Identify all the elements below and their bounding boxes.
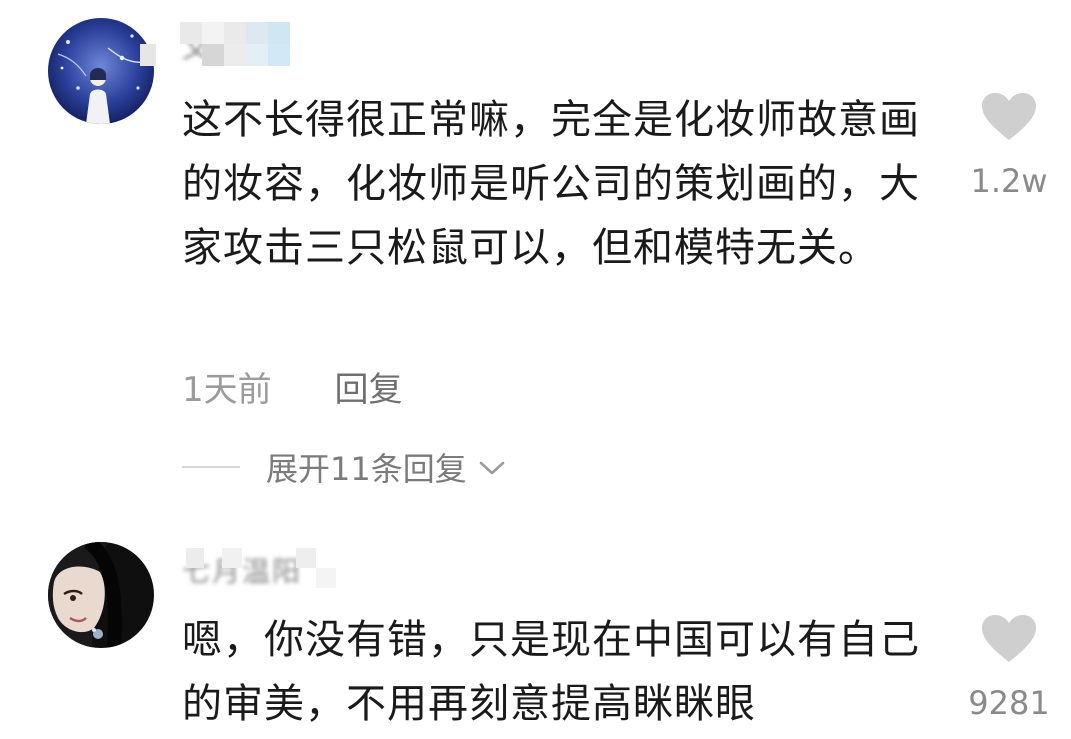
- divider: [182, 466, 240, 468]
- reply-button[interactable]: 回复: [334, 370, 402, 410]
- expand-replies-label: 展开11条回复: [266, 450, 467, 488]
- avatar[interactable]: [48, 18, 154, 124]
- comment-item: 七月温阳 嗯，你没有错，只是现在中国可以有自己的审美，不用再刻意提高眯眯眼 92…: [0, 520, 1071, 739]
- avatar[interactable]: [48, 542, 154, 648]
- heart-icon: [982, 615, 1036, 662]
- comment-text: 嗯，你没有错，只是现在中国可以有自己的审美，不用再刻意提高眯眯眼: [182, 617, 920, 727]
- like-count: 9281: [968, 684, 1050, 722]
- expand-replies-button[interactable]: 展开11条回复: [182, 444, 507, 490]
- like-button[interactable]: 1.2w: [967, 92, 1051, 200]
- like-count: 1.2w: [970, 162, 1048, 200]
- username-mosaic: [186, 548, 336, 588]
- username-mosaic: [140, 22, 310, 68]
- comment-time: 1天前: [182, 370, 272, 410]
- chevron-down-icon: [477, 448, 507, 486]
- comment-meta: 1天前 回复: [182, 362, 402, 411]
- comment-text: 这不长得很正常嘛，完全是化妆师故意画的妆容，化妆师是听公司的策划画的，大家攻击三…: [182, 97, 920, 271]
- comment-item: 文溶IM) 这不长得很正常嘛，完全是化妆师故意画的妆容，化妆师是听公司的策划画的…: [0, 0, 1071, 500]
- like-button[interactable]: 9281: [967, 614, 1051, 722]
- heart-icon: [982, 93, 1036, 140]
